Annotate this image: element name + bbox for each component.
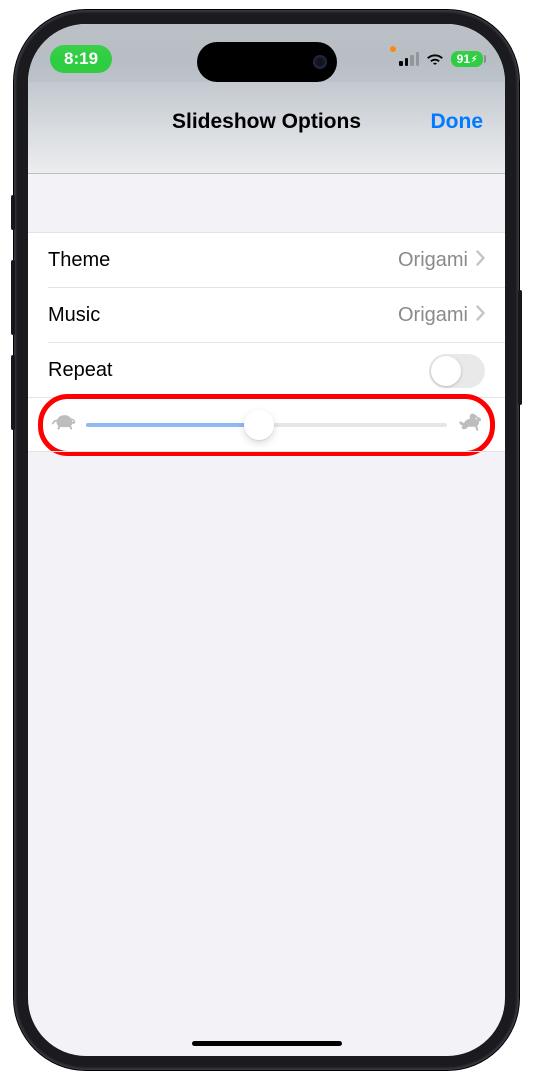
music-row[interactable]: Music Origami [28,288,505,343]
power-button [518,290,522,405]
options-list: Theme Origami Music Origami [28,232,505,452]
screen: 8:19 91⚡︎ Slideshow Options Done [28,24,505,1056]
speed-slider[interactable] [86,423,447,427]
status-time: 8:19 [64,49,98,68]
repeat-row: Repeat [28,343,505,398]
chevron-right-icon [476,305,485,326]
theme-row[interactable]: Theme Origami [28,233,505,288]
front-camera [313,55,327,69]
home-indicator[interactable] [192,1041,342,1046]
dynamic-island [197,42,337,82]
battery-indicator: 91⚡︎ [451,51,483,67]
speed-slider-row [28,398,505,452]
navigation-bar: Slideshow Options Done [28,82,505,174]
wifi-icon [426,52,444,66]
done-button[interactable]: Done [431,110,484,134]
turtle-icon [52,414,76,437]
volume-up-button [11,260,15,335]
status-time-pill[interactable]: 8:19 [50,45,112,73]
rabbit-icon [457,413,481,438]
theme-value: Origami [398,249,468,272]
charging-icon: ⚡︎ [471,54,477,65]
repeat-label: Repeat [48,359,113,382]
chevron-right-icon [476,250,485,271]
music-value: Origami [398,304,468,327]
status-right: 91⚡︎ [390,51,483,67]
theme-label: Theme [48,249,110,272]
silence-switch [11,195,15,230]
music-label: Music [48,304,100,327]
mic-indicator-dot [390,46,396,52]
device-frame: 8:19 91⚡︎ Slideshow Options Done [14,10,519,1070]
repeat-toggle[interactable] [429,354,485,388]
content-area: Theme Origami Music Origami [28,174,505,452]
page-title: Slideshow Options [172,110,361,134]
volume-down-button [11,355,15,430]
speed-slider-thumb[interactable] [244,410,274,440]
cellular-signal-icon [399,52,419,66]
speed-slider-fill [86,423,259,427]
battery-percent: 91 [457,52,470,66]
